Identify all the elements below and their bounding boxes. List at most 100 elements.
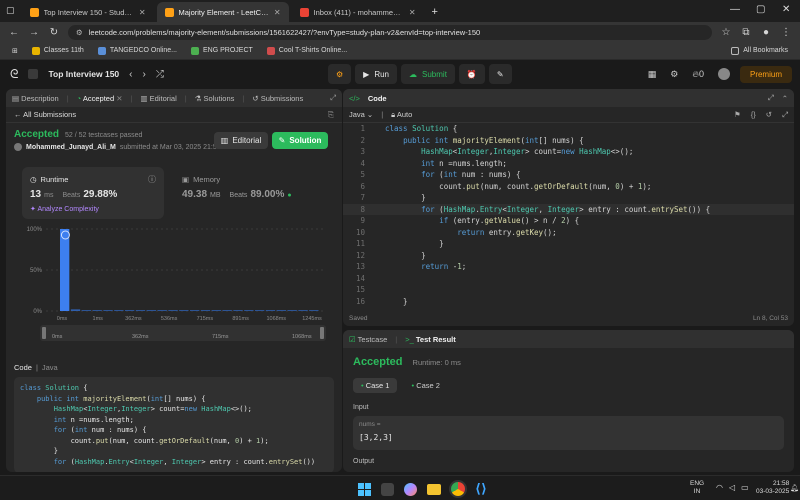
test-result-panel: ☑ Testcase | >_ Test Result Accepted Run… xyxy=(343,330,794,472)
close-tab-icon[interactable]: ✕ xyxy=(274,8,281,17)
wifi-icon[interactable]: ◠ xyxy=(716,483,723,492)
chip-icon: ▣ xyxy=(182,175,190,184)
volume-icon[interactable]: ◁ xyxy=(729,483,735,492)
profile-icon[interactable]: ● xyxy=(760,27,772,38)
maximize-icon[interactable]: ⤢ xyxy=(768,93,774,103)
timer-icon[interactable]: ⏰ xyxy=(458,64,485,84)
runtime-distribution-chart[interactable]: 100% 50% 0% 0ms 1ms 362ms 536ms 715ms 891ms 1068m… xyxy=(16,219,334,349)
tab-test-result[interactable]: >_ Test Result xyxy=(405,335,456,344)
tab-editorial[interactable]: ▥ Editorial xyxy=(140,94,176,103)
tab-menu-icon[interactable]: ▢ xyxy=(0,5,19,22)
clock-time[interactable]: 21:58 xyxy=(756,480,789,488)
copilot-icon[interactable] xyxy=(404,482,417,496)
browser-tab-inbox[interactable]: Inbox (411) - mohammedjunay ✕ xyxy=(292,2,424,22)
back-icon[interactable]: ← xyxy=(8,27,20,38)
browser-tab-study-plan[interactable]: Top Interview 150 - Study Plan ✕ xyxy=(22,2,154,22)
close-tab-icon[interactable]: ✕ xyxy=(116,94,122,103)
submitted-code-block[interactable]: class Solution { public int majorityElem… xyxy=(14,377,334,472)
input-box[interactable]: nums = [3,2,3] xyxy=(353,416,784,450)
username[interactable]: Mohammed_Junayd_Ali_M xyxy=(26,144,116,151)
apps-icon[interactable]: ⊞ xyxy=(12,47,18,55)
prev-problem-icon[interactable]: ‹ xyxy=(129,69,132,80)
editorial-button[interactable]: ▥ Editorial xyxy=(214,132,268,149)
run-button[interactable]: ▶ Run xyxy=(355,64,398,84)
battery-icon[interactable]: ▭ xyxy=(741,483,749,492)
all-bookmarks[interactable]: All Bookmarks xyxy=(731,46,788,55)
minimize-icon[interactable]: — xyxy=(730,4,740,15)
study-plan-icon xyxy=(28,69,39,79)
analyze-complexity-link[interactable]: ✦ Analyze Complexity xyxy=(30,205,99,213)
close-tab-icon[interactable]: ✕ xyxy=(409,8,416,17)
back-to-submissions[interactable]: ← All Submissions xyxy=(14,110,76,119)
code-editor[interactable]: 1 class Solution {2 public int majorityEl… xyxy=(343,123,794,311)
bookmark-item[interactable]: TANGEDCO Online... xyxy=(97,46,177,55)
bookmark-item[interactable]: ENG PROJECT xyxy=(191,46,253,55)
bookmark-icon[interactable]: ⚑ xyxy=(734,110,741,120)
extensions-icon[interactable]: ⧉ xyxy=(740,27,752,38)
code-line: HashMap<Integer,Integer> count=new HashM… xyxy=(53,405,252,413)
auto-mode[interactable]: 🔒︎ Auto xyxy=(391,110,412,120)
menu-icon[interactable]: ⋮ xyxy=(780,27,792,38)
search-icon[interactable] xyxy=(381,482,394,496)
reload-icon[interactable]: ↻ xyxy=(48,27,60,38)
maximize-icon[interactable]: ▢ xyxy=(756,4,765,15)
close-tab-icon[interactable]: ✕ xyxy=(139,8,146,17)
expand-icon[interactable]: ⤢ xyxy=(330,93,336,103)
browser-tab-majority-element[interactable]: Majority Element - LeetCode ✕ xyxy=(156,2,289,22)
run-bar: ⚙ ▶ Run ☁ Submit ⏰ ✎ xyxy=(328,64,512,84)
new-tab-button[interactable]: + xyxy=(424,6,446,22)
streak-icon[interactable]: 🔥︎0 xyxy=(692,69,704,80)
runtime-card[interactable]: ◷ Runtime ⓘ 13 ms Beats 29.88% ✦ Analyze… xyxy=(22,167,164,219)
input-language[interactable]: ENG xyxy=(690,480,704,488)
close-window-icon[interactable]: ✕ xyxy=(782,4,790,15)
editor-line: 11 } xyxy=(343,238,794,250)
code-line: int n =nums.length; xyxy=(53,415,134,424)
solution-button[interactable]: ✎ Solution xyxy=(272,132,328,149)
memory-card[interactable]: ▣ Memory 49.38 MB Beats 89.00% ● xyxy=(174,167,324,219)
histogram-bar xyxy=(60,229,70,311)
info-icon[interactable]: ⓘ xyxy=(148,174,156,185)
notification-icon[interactable]: 🔔︎ xyxy=(790,484,799,492)
leetcode-logo-icon[interactable]: ᘓ xyxy=(10,67,18,82)
editor-line: 10 return entry.getKey(); xyxy=(343,227,794,239)
tab-testcase[interactable]: ☑ Testcase xyxy=(349,335,387,344)
study-plan-title[interactable]: Top Interview 150 xyxy=(48,69,119,79)
tab-label: Description xyxy=(21,93,59,103)
submit-button[interactable]: ☁ Submit xyxy=(401,64,455,84)
next-problem-icon[interactable]: › xyxy=(143,69,146,80)
bookmark-item[interactable]: Cool T-Shirts Online... xyxy=(266,46,347,55)
bookmark-star-icon[interactable]: ☆ xyxy=(720,27,732,38)
bookmark-item[interactable]: Classes 11th xyxy=(31,46,84,55)
share-icon[interactable]: ⎘ xyxy=(328,110,334,120)
settings-icon[interactable]: ⚙ xyxy=(670,69,678,80)
tab-description[interactable]: ▤ Description xyxy=(12,94,59,103)
vscode-icon[interactable]: ⟨⟩ xyxy=(475,481,487,497)
terminal-icon: >_ xyxy=(405,334,416,344)
file-explorer-icon[interactable] xyxy=(427,483,441,495)
site-info-icon[interactable]: ⚙ xyxy=(76,28,83,37)
tab-solutions[interactable]: ⚗ Solutions xyxy=(195,94,235,103)
case-2-tab[interactable]: • Case 2 xyxy=(403,378,447,393)
braces-icon[interactable]: {} xyxy=(751,110,756,120)
test-status: Accepted xyxy=(353,356,403,368)
chrome-icon[interactable] xyxy=(451,482,465,496)
tab-submissions[interactable]: ↺ Submissions xyxy=(252,94,303,103)
case-1-tab[interactable]: • Case 1 xyxy=(353,378,398,393)
tab-label: Solutions xyxy=(203,93,235,103)
layout-icon[interactable]: ▦ xyxy=(648,69,657,80)
code-line: public int majorityElement(int[] nums) { xyxy=(36,394,206,403)
language-select[interactable]: Java ⌄ xyxy=(349,110,373,119)
collapse-icon[interactable]: ⌃ xyxy=(782,94,788,103)
x-tick-label: 536ms xyxy=(161,316,178,322)
url-bar[interactable]: ⚙ leetcode.com/problems/majority-element… xyxy=(68,24,712,40)
reset-icon[interactable]: ↺ xyxy=(766,110,772,120)
shuffle-icon[interactable]: ⤮ xyxy=(156,69,164,80)
debug-button[interactable]: ⚙ xyxy=(328,64,352,84)
forward-icon[interactable]: → xyxy=(28,27,40,38)
windows-start-icon[interactable] xyxy=(358,482,371,496)
tab-accepted[interactable]: ◔ Accepted ✕ xyxy=(77,94,123,103)
premium-button[interactable]: Premium xyxy=(739,66,792,83)
avatar[interactable] xyxy=(718,68,730,80)
fullscreen-icon[interactable]: ⤢ xyxy=(782,110,788,120)
notes-icon[interactable]: ✎ xyxy=(488,64,512,84)
